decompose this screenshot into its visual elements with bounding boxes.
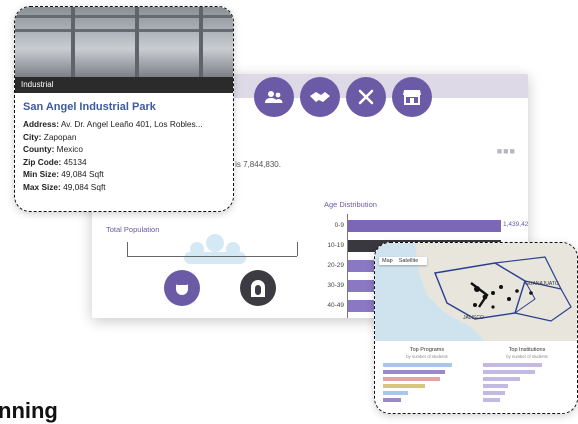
age-row-label: 40-49: [327, 302, 344, 309]
location-tooltip-card: Industrial San Angel Industrial Park Add…: [14, 6, 234, 212]
tooltip-field-value: Zapopan: [43, 131, 77, 142]
tooltip-field-value: 49,084 Sqft: [63, 181, 106, 192]
map-view[interactable]: Map Satellite GUANAJUATO JALISCO: [375, 243, 577, 341]
female-avatar-icon[interactable]: [240, 270, 276, 306]
institution-bar[interactable]: [483, 363, 542, 367]
location-title[interactable]: San Angel Industrial Park: [23, 101, 156, 113]
tooltip-field-row: Address: Av. Dr. Angel Leaño 401, Los Ro…: [23, 119, 229, 129]
tab-satellite[interactable]: Satellite: [399, 258, 419, 264]
program-bar[interactable]: [383, 363, 452, 367]
top-programs-title: Top Programs: [409, 347, 445, 353]
tooltip-field-label: Zip Code:: [23, 156, 62, 167]
program-bar[interactable]: [383, 377, 440, 381]
age-row-label: 10-19: [327, 242, 344, 249]
age-bar-value: 1,439,427: [503, 221, 528, 228]
tooltip-field-value: Av. Dr. Angel Leaño 401, Los Robles...: [60, 119, 203, 129]
institution-bar[interactable]: [483, 377, 520, 381]
tab-map[interactable]: Map: [382, 258, 393, 264]
tooltip-field-value: 49,084 Sqft: [61, 169, 104, 179]
tree-connector-left: [127, 242, 128, 256]
institution-bar[interactable]: [483, 398, 500, 402]
institution-bar[interactable]: [483, 391, 505, 395]
handshake-icon[interactable]: [300, 77, 340, 117]
section-heading-fragment: nning: [0, 398, 58, 423]
tree-connector: [127, 256, 297, 257]
tooltip-field-label: Max Size:: [23, 181, 61, 192]
tooltip-field-row: City: Zapopan: [23, 132, 229, 142]
map-label-jalisco: JALISCO: [463, 315, 484, 321]
age-bar[interactable]: [348, 220, 501, 232]
category-tag: Industrial: [15, 77, 233, 93]
age-row-label: 30-39: [327, 282, 344, 289]
tooltip-field-row: Min Size: 49,084 Sqft: [23, 169, 229, 179]
top-institutions-title: Top Institutions: [508, 347, 546, 353]
top-programs-subtitle: by number of students: [406, 354, 448, 359]
tree-connector-right: [297, 242, 298, 256]
program-bar[interactable]: [383, 384, 425, 388]
institution-bar[interactable]: [483, 384, 508, 388]
program-bar[interactable]: [383, 391, 408, 395]
program-bar[interactable]: [383, 398, 401, 402]
map-card: Map Satellite GUANAJUATO JALISCO Top Prog…: [374, 242, 578, 414]
tooltip-field-label: City:: [23, 131, 42, 142]
tooltip-field-row: Max Size: 49,084 Sqft: [23, 182, 229, 192]
program-bar[interactable]: [383, 370, 445, 374]
people-group-icon[interactable]: [254, 77, 294, 117]
tooltip-field-label: Min Size:: [23, 169, 59, 179]
age-row-label: 20-29: [327, 262, 344, 269]
tooltip-field-value: 45134: [63, 156, 87, 167]
storefront-icon[interactable]: [392, 77, 432, 117]
tooltip-field-value: Mexico: [56, 144, 83, 154]
charts-section: Top Programs by number of students Top I…: [375, 341, 577, 413]
male-avatar-icon[interactable]: [164, 270, 200, 306]
age-row-label: 0-9: [334, 222, 344, 229]
tooltip-field-row: County: Mexico: [23, 144, 229, 154]
tooltip-field-label: Address:: [23, 119, 59, 129]
total-population-label: Total Population: [106, 225, 160, 234]
institution-bar[interactable]: [483, 370, 535, 374]
warehouse-photo: [15, 7, 233, 77]
age-distribution-title: Age Distribution: [324, 200, 377, 209]
tooltip-field-row: Zip Code: 45134: [23, 157, 229, 167]
tooltip-field-label: County:: [23, 144, 55, 154]
map-type-tabs[interactable]: Map Satellite: [379, 257, 428, 265]
map-label-guanajuato: GUANAJUATO: [525, 281, 559, 287]
top-institutions-subtitle: by number of students: [506, 354, 548, 359]
tools-icon[interactable]: [346, 77, 386, 117]
more-options-icon[interactable]: ■■■: [497, 146, 516, 156]
